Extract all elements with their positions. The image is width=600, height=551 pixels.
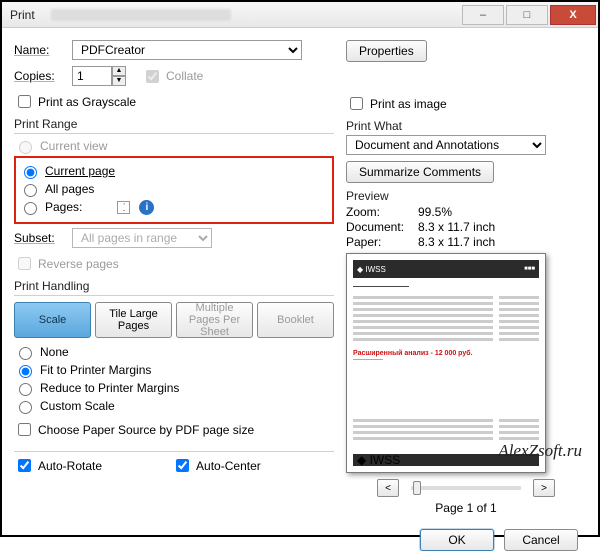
preview-thumbnail: ◆ IWSS■■■ ——————— [346, 253, 546, 473]
pages-input[interactable] [117, 201, 130, 214]
print-what-select[interactable]: Document and Annotations [346, 135, 546, 155]
print-handling-label: Print Handling [14, 279, 334, 293]
auto-rotate-checkbox[interactable]: Auto-Rotate [14, 456, 102, 475]
radio-current-view: Current view [14, 138, 334, 154]
radio-current-page[interactable]: Current page [19, 163, 329, 179]
preview-prev-button[interactable]: < [377, 479, 399, 497]
document-size-label: Document: [346, 220, 418, 234]
auto-center-checkbox[interactable]: Auto-Center [172, 456, 261, 475]
preview-footer-logo-icon: ◆ IWSS [357, 453, 400, 467]
preview-next-button[interactable]: > [533, 479, 555, 497]
paper-source-checkbox[interactable]: Choose Paper Source by PDF page size [14, 420, 334, 439]
titlebar: Print – □ X [2, 2, 598, 28]
tab-scale[interactable]: Scale [14, 302, 91, 338]
radio-all-pages[interactable]: All pages [19, 181, 329, 197]
preview-doc-title: ——————— [353, 282, 539, 291]
close-button[interactable]: X [550, 5, 596, 25]
maximize-button[interactable]: □ [506, 5, 548, 25]
copies-up-icon[interactable]: ▲ [112, 66, 126, 76]
properties-button[interactable]: Properties [346, 40, 427, 62]
printer-name-select[interactable]: PDFCreator [72, 40, 302, 60]
grayscale-checkbox[interactable]: Print as Grayscale [14, 92, 334, 111]
window-title: Print [10, 8, 35, 22]
tab-multiple[interactable]: Multiple Pages Per Sheet [176, 302, 253, 338]
paper-size-label: Paper: [346, 235, 418, 249]
slider-thumb[interactable] [413, 481, 421, 495]
radio-pages[interactable]: Pages: i [19, 199, 329, 215]
radio-none[interactable]: None [14, 344, 334, 360]
info-icon[interactable]: i [139, 200, 154, 215]
print-range-label: Print Range [14, 117, 334, 131]
print-as-image-checkbox[interactable]: Print as image [346, 94, 586, 113]
radio-reduce[interactable]: Reduce to Printer Margins [14, 380, 334, 396]
copies-stepper[interactable]: ▲ ▼ [72, 66, 126, 86]
reverse-pages-checkbox: Reverse pages [14, 254, 334, 273]
subset-label: Subset: [14, 231, 66, 245]
copies-label: Copies: [14, 69, 66, 83]
printer-name-label: Name: [14, 43, 66, 57]
range-highlight-box: Current page All pages Pages: i [14, 156, 334, 224]
subset-select: All pages in range [72, 228, 212, 248]
preview-red-text: Расширенный анализ - 12 000 руб. [353, 350, 539, 357]
zoom-value: 99.5% [418, 205, 452, 219]
preview-subtext: ————— [353, 357, 539, 363]
collate-checkbox: Collate [142, 67, 203, 86]
preview-page-indicator: Page 1 of 1 [346, 501, 586, 515]
paper-size-value: 8.3 x 11.7 inch [418, 235, 495, 249]
ok-button[interactable]: OK [420, 529, 494, 551]
radio-custom-scale[interactable]: Custom Scale [14, 398, 334, 414]
cancel-button[interactable]: Cancel [504, 529, 578, 551]
document-title-blurred [51, 9, 231, 21]
print-dialog: Print – □ X Name: PDFCreator Copies [0, 0, 600, 537]
summarize-comments-button[interactable]: Summarize Comments [346, 161, 494, 183]
tab-tile[interactable]: Tile Large Pages [95, 302, 172, 338]
print-what-label: Print What [346, 119, 586, 133]
preview-slider[interactable] [411, 486, 521, 490]
preview-label: Preview [346, 189, 586, 203]
zoom-label: Zoom: [346, 205, 418, 219]
copies-input[interactable] [72, 66, 112, 86]
minimize-button[interactable]: – [462, 5, 504, 25]
preview-logo-icon: ◆ IWSS [357, 265, 386, 274]
copies-down-icon[interactable]: ▼ [112, 76, 126, 86]
document-size-value: 8.3 x 11.7 inch [418, 220, 495, 234]
tab-booklet[interactable]: Booklet [257, 302, 334, 338]
radio-fit[interactable]: Fit to Printer Margins [14, 362, 334, 378]
